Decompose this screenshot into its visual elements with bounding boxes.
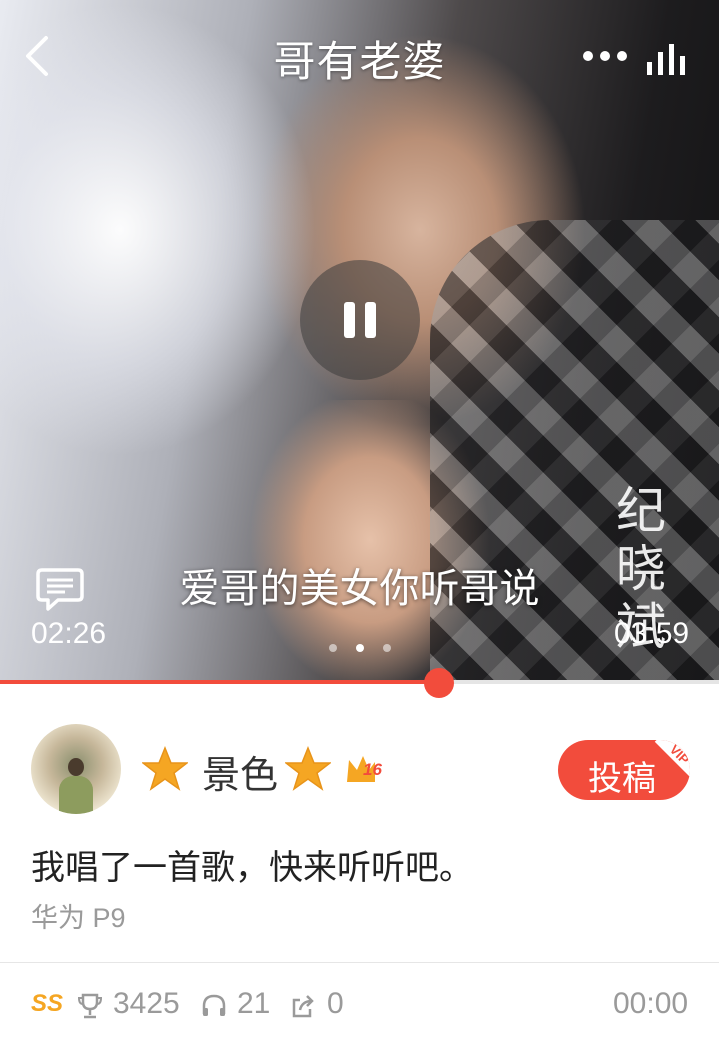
- rank-badge: SS: [31, 990, 64, 1017]
- trophy-count: 3425: [113, 987, 180, 1020]
- stats-bar: SS 3425 21 0 00:00: [0, 986, 719, 1030]
- star-icon: [285, 746, 331, 791]
- pause-icon: [344, 302, 355, 338]
- submit-label: 投稿: [588, 760, 656, 798]
- more-dots-icon: [583, 51, 627, 61]
- total-time: 03:59: [614, 617, 690, 650]
- page-dot: [383, 644, 391, 652]
- current-time: 02:26: [31, 617, 107, 650]
- trophy-icon: [77, 993, 103, 1019]
- level-badge: 16: [345, 754, 391, 784]
- submit-button[interactable]: 投稿 VIP: [558, 740, 690, 800]
- level-number: 16: [363, 760, 382, 779]
- share-icon: [292, 995, 314, 1018]
- avatar-head: [68, 758, 84, 776]
- star-icon: [142, 746, 188, 791]
- comment-button[interactable]: [36, 566, 84, 612]
- progress-fill: [0, 680, 439, 684]
- share-count: 0: [327, 987, 344, 1020]
- headphones-icon: [202, 994, 226, 1016]
- equalizer-button[interactable]: [645, 40, 689, 76]
- divider: [0, 962, 719, 963]
- current-lyric: 爱哥的美女你听哥说: [179, 567, 540, 611]
- more-button[interactable]: [582, 46, 628, 66]
- pause-icon-bar: [365, 302, 376, 338]
- pause-button[interactable]: [300, 260, 420, 380]
- page-dot: [329, 644, 337, 652]
- page-dot-active: [356, 644, 364, 652]
- duration: 00:00: [613, 987, 689, 1020]
- post-text: 我唱了一首歌，快来听听吧。: [31, 849, 473, 887]
- listen-count: 21: [237, 987, 271, 1020]
- vip-tag: VIP: [654, 740, 690, 780]
- device-label: 华为 P9: [31, 903, 126, 933]
- comment-icon: [36, 568, 84, 611]
- progress-thumb[interactable]: [424, 668, 454, 698]
- avatar[interactable]: [31, 724, 121, 814]
- bars-icon: [647, 44, 685, 75]
- username[interactable]: 景色: [202, 744, 278, 799]
- top-bar: 哥有老婆: [0, 0, 719, 110]
- avatar-body: [59, 776, 93, 814]
- page-indicator: [326, 641, 396, 653]
